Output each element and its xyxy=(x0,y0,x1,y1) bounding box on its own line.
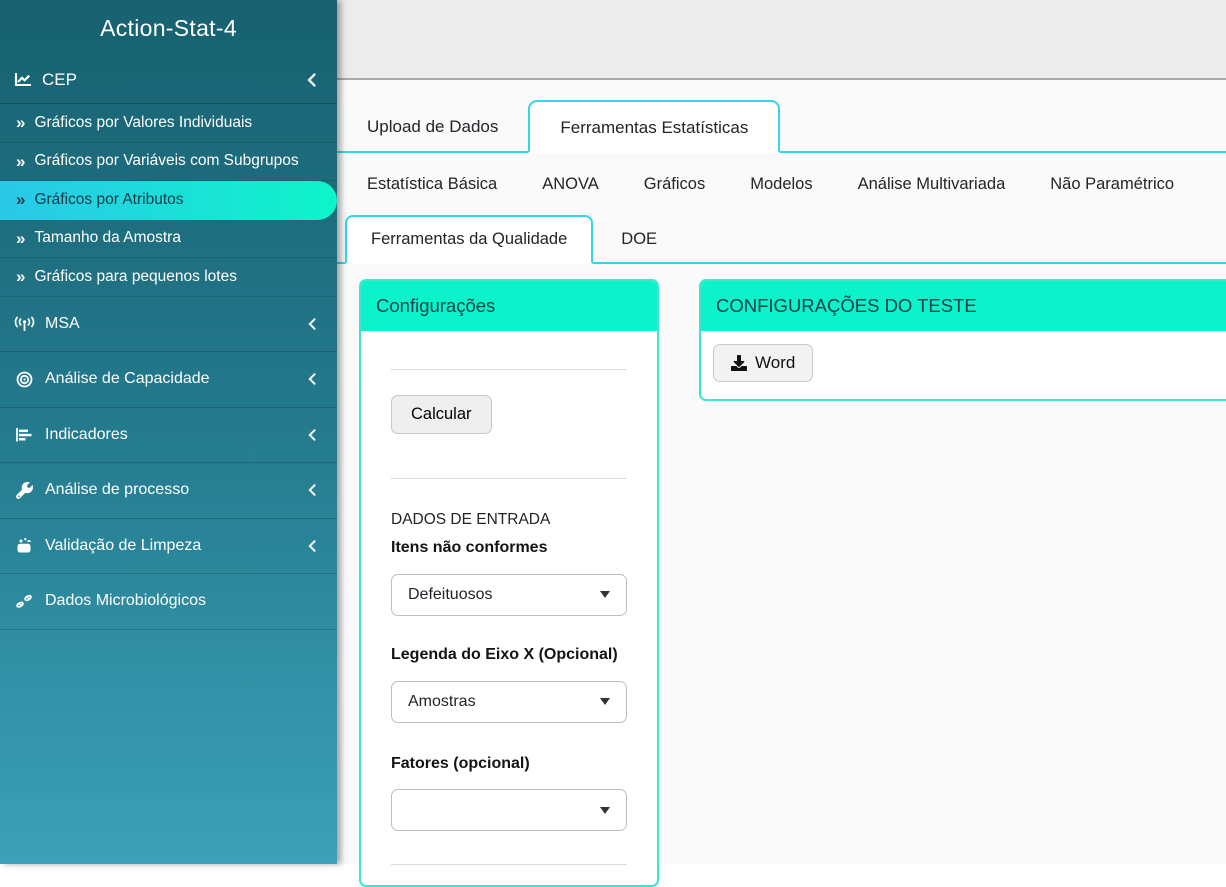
legenda-eixo-x-select[interactable]: Amostras xyxy=(391,680,627,723)
content-panels: Configurações Calcular DADOS DE ENTRADA … xyxy=(337,264,1226,887)
sidebar-item-label: Análise de Capacidade xyxy=(45,370,210,388)
selected-value: Defeituosos xyxy=(408,585,493,603)
sidebar-item-label: Tamanho da Amostra xyxy=(34,229,181,247)
chevron-left-icon xyxy=(307,483,317,497)
sidebar-item-label: Dados Microbiológicos xyxy=(45,592,206,610)
tab-doe[interactable]: DOE xyxy=(593,217,685,262)
cep-submenu: » Gráficos por Valores Individuais » Grá… xyxy=(0,104,337,297)
broadcast-tower-icon xyxy=(13,316,35,332)
divider xyxy=(391,864,627,866)
caret-down-icon xyxy=(600,698,610,706)
sidebar-item-label: Gráficos por Atributos xyxy=(34,190,184,208)
configuracoes-panel-body: Calcular DADOS DE ENTRADA Itens não conf… xyxy=(361,369,657,885)
tertiary-tab-bar: Ferramentas da Qualidade DOE xyxy=(337,215,1226,264)
configuracoes-do-teste-body: Word xyxy=(701,331,1226,395)
chevron-left-icon xyxy=(307,428,317,442)
app-title: Action-Stat-4 xyxy=(100,14,237,41)
sidebar-item-cep[interactable]: CEP xyxy=(0,56,337,104)
divider xyxy=(391,478,627,479)
nav-modelos[interactable]: Modelos xyxy=(734,166,828,203)
download-icon xyxy=(731,355,747,371)
sidebar-item-label: Gráficos por Valores Individuais xyxy=(34,113,253,131)
main-area: Upload de Dados Ferramentas Estatísticas… xyxy=(337,0,1226,887)
nav-nao-parametrico[interactable]: Não Paramétrico xyxy=(1034,166,1190,203)
wrench-icon xyxy=(13,481,35,499)
sidebar-item-label: CEP xyxy=(42,69,77,89)
tab-upload-de-dados[interactable]: Upload de Dados xyxy=(337,103,528,151)
selected-value: Amostras xyxy=(408,692,476,710)
legenda-eixo-x-label: Legenda do Eixo X (Opcional) xyxy=(391,645,618,663)
sidebar-item-label: MSA xyxy=(45,314,80,332)
sidebar-item-graficos-pequenos-lotes[interactable]: » Gráficos para pequenos lotes xyxy=(0,258,337,297)
nav-graficos[interactable]: Gráficos xyxy=(628,166,721,203)
angle-double-right-icon: » xyxy=(16,267,26,287)
word-button-label: Word xyxy=(755,353,796,372)
sidebar-item-validacao-de-limpeza[interactable]: Validação de Limpeza xyxy=(0,519,337,574)
caret-down-icon xyxy=(600,591,610,599)
configuracoes-do-teste-title: CONFIGURAÇÕES DO TESTE xyxy=(701,281,1226,331)
configuracoes-panel: Configurações Calcular DADOS DE ENTRADA … xyxy=(359,279,659,887)
sidebar-item-tamanho-da-amostra[interactable]: » Tamanho da Amostra xyxy=(0,220,337,258)
word-export-button[interactable]: Word xyxy=(713,344,814,382)
secondary-nav-bar: Estatística Básica ANOVA Gráficos Modelo… xyxy=(337,153,1226,215)
top-header-bar xyxy=(337,0,1226,80)
primary-tab-bar: Upload de Dados Ferramentas Estatísticas xyxy=(337,100,1226,153)
tab-ferramentas-estatisticas[interactable]: Ferramentas Estatísticas xyxy=(528,100,781,153)
bacteria-icon xyxy=(13,593,35,610)
soap-icon xyxy=(13,537,35,554)
angle-double-right-icon: » xyxy=(16,151,26,171)
sidebar-item-analise-de-processo[interactable]: Análise de processo xyxy=(0,463,337,519)
chevron-left-icon xyxy=(307,539,317,553)
chevron-left-icon xyxy=(306,72,317,88)
nav-anova[interactable]: ANOVA xyxy=(526,166,615,203)
itens-nao-conformes-label: Itens não conformes xyxy=(391,539,548,556)
tab-ferramentas-da-qualidade[interactable]: Ferramentas da Qualidade xyxy=(345,215,594,264)
fatores-select[interactable] xyxy=(391,789,627,832)
sidebar-item-label: Indicadores xyxy=(45,425,128,443)
sidebar-item-analise-de-capacidade[interactable]: Análise de Capacidade xyxy=(0,352,337,408)
sidebar-item-dados-microbiologicos[interactable]: Dados Microbiológicos xyxy=(0,574,337,630)
sidebar-item-graficos-valores-individuais[interactable]: » Gráficos por Valores Individuais xyxy=(0,104,337,143)
angle-double-right-icon: » xyxy=(16,228,26,248)
sidebar-item-label: Análise de processo xyxy=(45,481,190,499)
divider xyxy=(391,369,627,370)
caret-down-icon xyxy=(600,806,610,814)
calcular-button[interactable]: Calcular xyxy=(391,395,492,434)
fatores-label: Fatores (opcional) xyxy=(391,754,530,772)
chevron-left-icon xyxy=(307,317,317,331)
sidebar: Action-Stat-4 CEP » Gráficos por Valores… xyxy=(0,0,337,864)
configuracoes-panel-title: Configurações xyxy=(361,281,657,331)
itens-nao-conformes-select[interactable]: Defeituosos xyxy=(391,573,627,616)
sidebar-item-label: Gráficos por Variáveis com Subgrupos xyxy=(34,152,299,170)
chevron-left-icon xyxy=(307,372,317,386)
configuracoes-do-teste-panel: CONFIGURAÇÕES DO TESTE Word xyxy=(699,279,1226,401)
angle-double-right-icon: » xyxy=(16,190,26,210)
nav-analise-multivariada[interactable]: Análise Multivariada xyxy=(842,166,1022,203)
sidebar-item-graficos-por-atributos[interactable]: » Gráficos por Atributos xyxy=(0,181,337,220)
angle-double-right-icon: » xyxy=(16,113,26,133)
sidebar-item-msa[interactable]: MSA xyxy=(0,297,337,352)
sidebar-sections: MSA Análise de Capacidade Indicadores An… xyxy=(0,297,337,630)
bullseye-icon xyxy=(13,371,35,388)
sidebar-item-indicadores[interactable]: Indicadores xyxy=(0,408,337,463)
nav-estatistica-basica[interactable]: Estatística Básica xyxy=(351,166,513,203)
chart-line-icon xyxy=(14,72,33,88)
sidebar-item-graficos-variaveis-subgrupos[interactable]: » Gráficos por Variáveis com Subgrupos xyxy=(0,143,337,181)
sidebar-item-label: Validação de Limpeza xyxy=(45,536,202,554)
sidebar-item-label: Gráficos para pequenos lotes xyxy=(34,267,237,285)
chart-bar-icon xyxy=(13,427,35,443)
input-section-title: DADOS DE ENTRADA xyxy=(391,511,551,528)
